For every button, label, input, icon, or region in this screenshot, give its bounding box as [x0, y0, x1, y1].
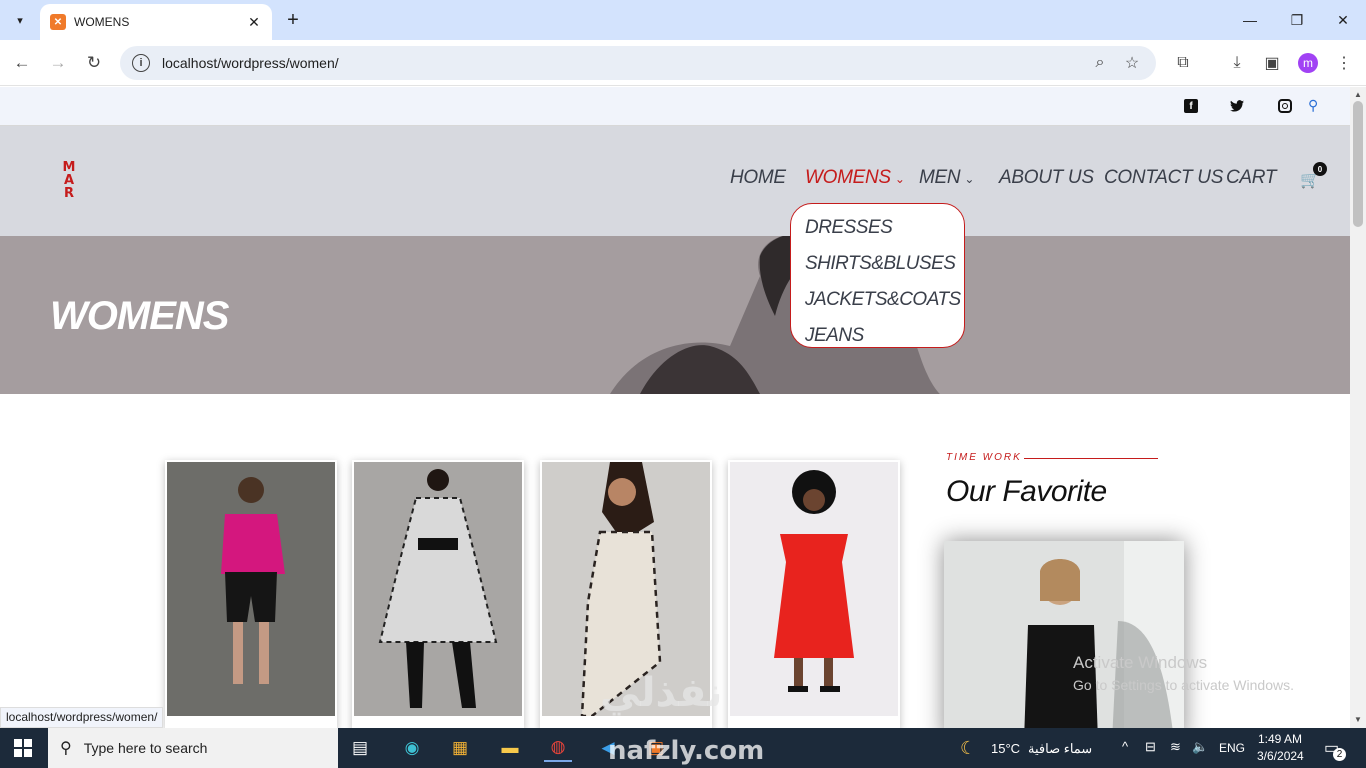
restore-icon[interactable]: ❐ — [1285, 8, 1309, 32]
submenu-jeans[interactable]: JEANS — [805, 318, 950, 354]
tray-chevron-icon[interactable]: ^ — [1122, 739, 1128, 754]
window-close-icon[interactable]: ✕ — [1331, 8, 1355, 32]
volume-icon[interactable]: 🔈 — [1192, 739, 1208, 755]
nafzly-watermark-latin: nafzly.com — [608, 736, 765, 766]
minimize-icon[interactable]: — — [1238, 8, 1262, 32]
favorite-product-card[interactable] — [944, 541, 1184, 728]
scroll-thumb[interactable] — [1353, 101, 1363, 227]
nav-contact[interactable]: CONTACT US — [1104, 167, 1223, 189]
chrome-icon[interactable]: ◍ — [544, 734, 572, 762]
weather-temp[interactable]: 15°C — [991, 741, 1020, 756]
activate-windows-title: Activate Windows — [1073, 653, 1208, 672]
address-bar[interactable]: i localhost/wordpress/women/ ⌕ ☆ — [120, 46, 1156, 80]
taskbar-search-placeholder: Type here to search — [83, 740, 208, 756]
nav-cart[interactable]: CART — [1226, 167, 1276, 189]
page-viewport: f ⚲ M A R HOME WOMENS ⌄ MEN ⌄ ABOUT US CON… — [0, 87, 1350, 728]
page-hero-banner: WOMENS — [0, 236, 1350, 394]
page-scrollbar[interactable]: ▲ ▼ — [1350, 87, 1366, 728]
extensions-icon[interactable]: ⧉ — [1172, 52, 1194, 74]
zoom-icon[interactable]: ⌕ — [1088, 54, 1112, 72]
womens-submenu: DRESSES SHIRTS&BLUSES JACKETS&COATS JEAN… — [790, 203, 965, 348]
favorite-product-image — [944, 541, 1184, 728]
weather-desc[interactable]: سماء صافية — [1028, 741, 1092, 757]
network-icon[interactable]: ⊟ — [1145, 739, 1156, 755]
new-tab-plus-icon[interactable]: + — [282, 8, 304, 32]
site-header: M A R HOME WOMENS ⌄ MEN ⌄ ABOUT US CONTACT… — [0, 126, 1350, 236]
chevron-down-icon: ⌄ — [894, 172, 905, 186]
bookmark-star-icon[interactable]: ☆ — [1120, 53, 1144, 73]
clock-date[interactable]: 3/6/2024 — [1257, 749, 1304, 763]
browser-tab[interactable]: ✕ WOMENS ✕ — [40, 4, 272, 40]
download-icon[interactable]: ⤓ — [1226, 52, 1248, 74]
weather-moon-icon[interactable]: ☾ — [960, 738, 976, 759]
page-title: WOMENS — [50, 294, 229, 338]
tab-search-chevron-icon[interactable]: ▾ — [8, 8, 32, 32]
product-image — [354, 462, 522, 716]
wifi-icon[interactable]: ≋ — [1170, 739, 1181, 755]
submenu-dresses[interactable]: DRESSES — [805, 210, 950, 246]
instagram-icon[interactable] — [1278, 99, 1292, 113]
cart-count-badge: 0 — [1313, 162, 1327, 176]
store-icon[interactable]: ▦ — [446, 734, 474, 762]
chevron-down-icon: ⌄ — [964, 172, 975, 186]
scroll-down-icon[interactable]: ▼ — [1354, 715, 1362, 724]
forward-arrow-icon[interactable]: → — [45, 50, 71, 76]
browser-toolbar: ← → ↻ i localhost/wordpress/women/ ⌕ ☆ ⧉… — [0, 40, 1366, 86]
kicker-divider — [1024, 458, 1158, 459]
site-topbar: f ⚲ — [0, 87, 1350, 126]
scroll-up-icon[interactable]: ▲ — [1354, 90, 1362, 99]
favorite-heading: Our Favorite — [946, 475, 1107, 508]
nav-womens[interactable]: WOMENS ⌄ — [805, 167, 905, 189]
menu-kebab-icon[interactable]: ⋮ — [1333, 52, 1355, 74]
submenu-shirts-bluses[interactable]: SHIRTS&BLUSES — [805, 246, 956, 282]
windows-start-icon[interactable] — [14, 739, 32, 757]
nafzly-watermark-arabic: نفذلي — [600, 670, 723, 716]
reload-icon[interactable]: ↻ — [81, 50, 107, 76]
activate-windows-subtitle: Go to Settings to activate Windows. — [1073, 677, 1294, 693]
task-view-icon[interactable]: ▤ — [346, 734, 374, 762]
clock-time[interactable]: 1:49 AM — [1258, 732, 1302, 746]
side-panel-icon[interactable]: ▣ — [1261, 52, 1283, 74]
close-tab-icon[interactable]: ✕ — [246, 14, 262, 31]
submenu-jackets-coats[interactable]: JACKETS&COATS — [805, 282, 961, 318]
nav-about[interactable]: ABOUT US — [999, 167, 1094, 189]
tab-title: WOMENS — [74, 15, 130, 29]
site-logo[interactable]: M A R — [60, 161, 78, 200]
taskbar-search-box[interactable]: ⚲ Type here to search — [48, 728, 338, 768]
site-info-icon[interactable]: i — [132, 54, 150, 72]
twitter-icon[interactable] — [1230, 99, 1244, 113]
back-arrow-icon[interactable]: ← — [9, 50, 35, 76]
search-icon: ⚲ — [60, 740, 72, 757]
file-explorer-icon[interactable]: ▬ — [496, 734, 524, 762]
product-image — [167, 462, 335, 716]
product-card[interactable] — [352, 460, 524, 728]
product-card[interactable] — [728, 460, 900, 728]
notification-count-badge: 2 — [1333, 748, 1346, 761]
facebook-icon[interactable]: f — [1184, 99, 1198, 113]
nav-men[interactable]: MEN ⌄ — [919, 167, 974, 189]
xampp-favicon-icon: ✕ — [50, 14, 66, 30]
nav-home[interactable]: HOME — [730, 167, 786, 189]
product-card[interactable] — [165, 460, 337, 728]
favorite-kicker: TIME WORK — [946, 452, 1022, 463]
browser-tab-strip: ▾ ✕ WOMENS ✕ + — ❐ ✕ — [0, 0, 1366, 40]
search-icon[interactable]: ⚲ — [1308, 97, 1318, 114]
language-indicator[interactable]: ENG — [1219, 741, 1245, 755]
profile-avatar[interactable]: m — [1298, 53, 1318, 73]
product-image — [730, 462, 898, 716]
url-text[interactable]: localhost/wordpress/women/ — [162, 55, 1080, 71]
link-status-url: localhost/wordpress/women/ — [0, 707, 164, 728]
edge-icon[interactable]: ◉ — [398, 734, 426, 762]
